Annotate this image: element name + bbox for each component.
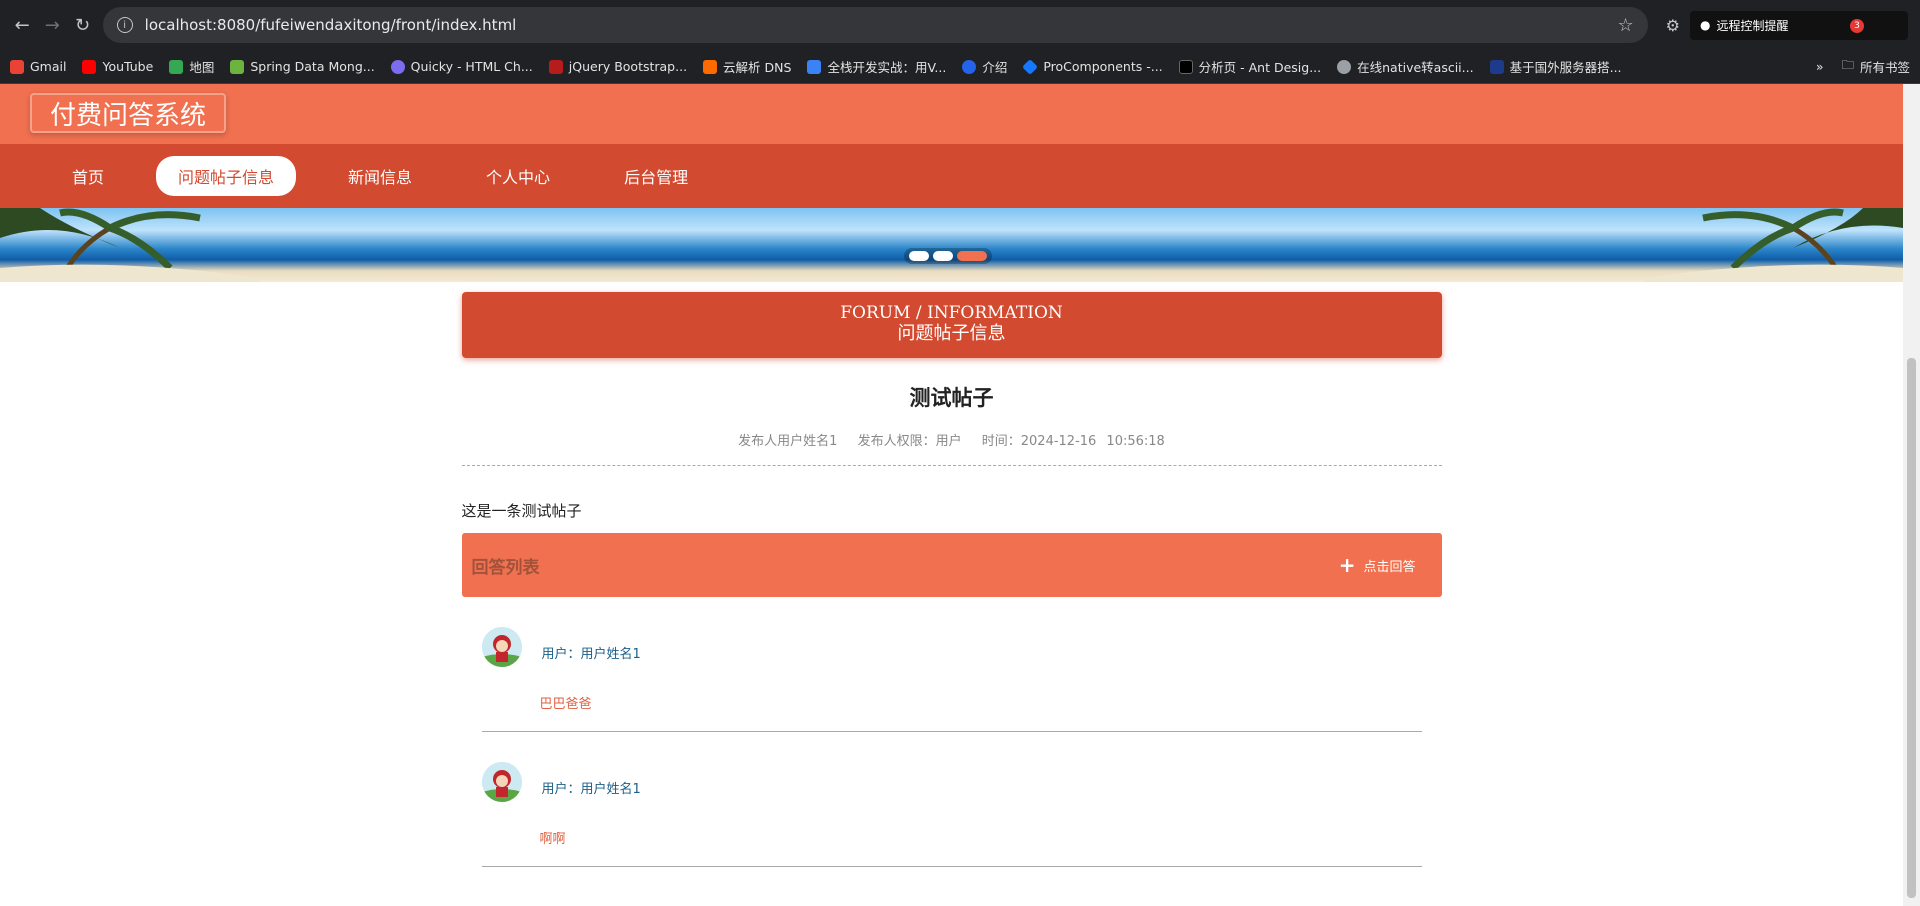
bookmark-item[interactable]: Spring Data Mong... (230, 59, 375, 74)
spring-icon (230, 59, 245, 74)
carousel-dot-active[interactable] (957, 251, 987, 261)
post-title: 测试帖子 (909, 386, 994, 410)
youtube-icon (82, 59, 97, 74)
bookmark-star-icon[interactable]: ☆ (1618, 15, 1634, 36)
reload-icon[interactable]: ↻ (72, 11, 92, 39)
site-info-icon[interactable]: i (116, 17, 133, 33)
all-bookmarks[interactable]: 🗀 所有书签 (1841, 56, 1910, 77)
scrollbar-thumb[interactable] (1907, 358, 1916, 898)
address-bar[interactable]: i localhost:8080/fufeiwendaxitong/front/… (102, 7, 1648, 43)
carousel-dot[interactable] (909, 251, 929, 261)
post-body: 这是一条测试帖子 (461, 502, 582, 520)
answer-user: 用户：用户姓名1 (541, 647, 641, 662)
site-header: 付费问答系统 (0, 84, 1903, 144)
answer-item: 用户：用户姓名1 啊啊 (481, 732, 1422, 867)
globe-icon (1337, 59, 1352, 74)
bookmark-item[interactable]: 地图 (169, 57, 214, 76)
answers-header: 回答列表 + 点击回答 (461, 533, 1442, 597)
gmail-icon (10, 59, 24, 74)
post-role: 发布人权限：用户 (857, 434, 962, 449)
nav-profile[interactable]: 个人中心 (464, 156, 572, 196)
quicky-icon (390, 59, 405, 74)
plus-icon: + (1338, 553, 1356, 577)
section-title-cn: 问题帖子信息 (897, 323, 1006, 344)
answer-text: 啊啊 (539, 832, 566, 847)
shield-icon: ● (1700, 18, 1711, 32)
nav-news[interactable]: 新闻信息 (326, 156, 434, 196)
bookmark-item[interactable]: Quicky - HTML Ch... (390, 59, 533, 74)
post-time: 时间：2024-12-16 10:56:18 (981, 434, 1165, 449)
section-title: FORUM / INFORMATION 问题帖子信息 (461, 292, 1442, 358)
carousel-indicators (904, 248, 992, 264)
avatar-image (481, 627, 522, 667)
post-meta: 发布人用户姓名1 发布人权限：用户 时间：2024-12-16 10:56:18 (462, 430, 1442, 449)
jquery-icon (548, 59, 563, 74)
reply-button[interactable]: + 点击回答 (1339, 555, 1416, 575)
bookmark-item[interactable]: 在线native转ascii... (1337, 57, 1474, 76)
avatar (481, 762, 522, 802)
bookmark-item[interactable]: ProComponents -... (1022, 58, 1163, 75)
carousel-dot[interactable] (933, 251, 953, 261)
bookmark-item[interactable]: 全栈开发实战：用V... (807, 57, 946, 76)
bookmarks-overflow: » 🗀 所有书签 (1816, 56, 1910, 77)
browser-toolbar: ← → ↻ i localhost:8080/fufeiwendaxitong/… (0, 0, 1920, 50)
intro-icon (962, 59, 977, 74)
folder-icon: 🗀 (1841, 57, 1854, 72)
bookmark-item[interactable]: YouTube (82, 59, 153, 74)
profile-area: ⚙ ● 远程控制提醒 3 (1666, 10, 1908, 40)
main-nav: 首页 问题帖子信息 新闻信息 个人中心 后台管理 (0, 144, 1903, 208)
bookmarks-bar: Gmail YouTube 地图 Spring Data Mong... Qui… (0, 50, 1920, 84)
flag-icon (1489, 59, 1504, 74)
palm-tree-image (0, 208, 260, 282)
m-icon (807, 59, 822, 74)
post-author: 发布人用户姓名1 (738, 434, 838, 449)
answers-title: 回答列表 (471, 557, 540, 578)
chevron-right-icon[interactable]: » (1816, 59, 1824, 74)
nav-admin[interactable]: 后台管理 (602, 156, 710, 196)
extensions-icon[interactable]: ⚙ (1666, 16, 1680, 35)
avatar (481, 627, 522, 667)
answer-item: 用户：用户姓名1 巴巴爸爸 (481, 597, 1422, 732)
back-icon[interactable]: ← (12, 11, 32, 39)
remote-control-notice[interactable]: ● 远程控制提醒 3 (1690, 10, 1908, 40)
site-logo[interactable]: 付费问答系统 (30, 93, 227, 133)
answer-text: 巴巴爸爸 (539, 697, 592, 712)
bookmark-item[interactable]: 介绍 (962, 57, 1007, 76)
dns-icon (703, 59, 718, 74)
remote-label: 远程控制提醒 (1716, 18, 1789, 33)
answer-user: 用户：用户姓名1 (541, 782, 641, 797)
bookmark-item[interactable]: 基于国外服务器搭... (1489, 57, 1622, 76)
reply-label: 点击回答 (1363, 559, 1416, 575)
notification-badge: 3 (1850, 18, 1864, 33)
bookmark-item[interactable]: jQuery Bootstrap... (548, 59, 687, 74)
nav-forum[interactable]: 问题帖子信息 (156, 156, 297, 196)
divider (461, 465, 1442, 466)
banner-carousel (0, 208, 1903, 282)
maps-icon (169, 59, 184, 74)
nav-home[interactable]: 首页 (50, 156, 126, 196)
procomponents-icon (1022, 58, 1039, 75)
bookmark-item[interactable]: Gmail (10, 59, 66, 74)
page-scrollbar[interactable] (1903, 84, 1920, 906)
main-content: FORUM / INFORMATION 问题帖子信息 测试帖子 发布人用户姓名1… (461, 292, 1442, 867)
palm-tree-image (1643, 208, 1903, 282)
section-title-en: FORUM / INFORMATION (840, 303, 1063, 323)
page-viewport: 付费问答系统 首页 问题帖子信息 新闻信息 个人中心 后台管理 FORUM / … (0, 84, 1903, 906)
bookmark-item[interactable]: 分析页 - Ant Desig... (1178, 57, 1321, 76)
url-text[interactable]: localhost:8080/fufeiwendaxitong/front/in… (145, 16, 1606, 34)
bookmark-item[interactable]: 云解析 DNS (703, 57, 791, 76)
forward-icon[interactable]: → (42, 11, 62, 39)
pro-icon (1178, 59, 1193, 74)
avatar-image (481, 762, 522, 802)
